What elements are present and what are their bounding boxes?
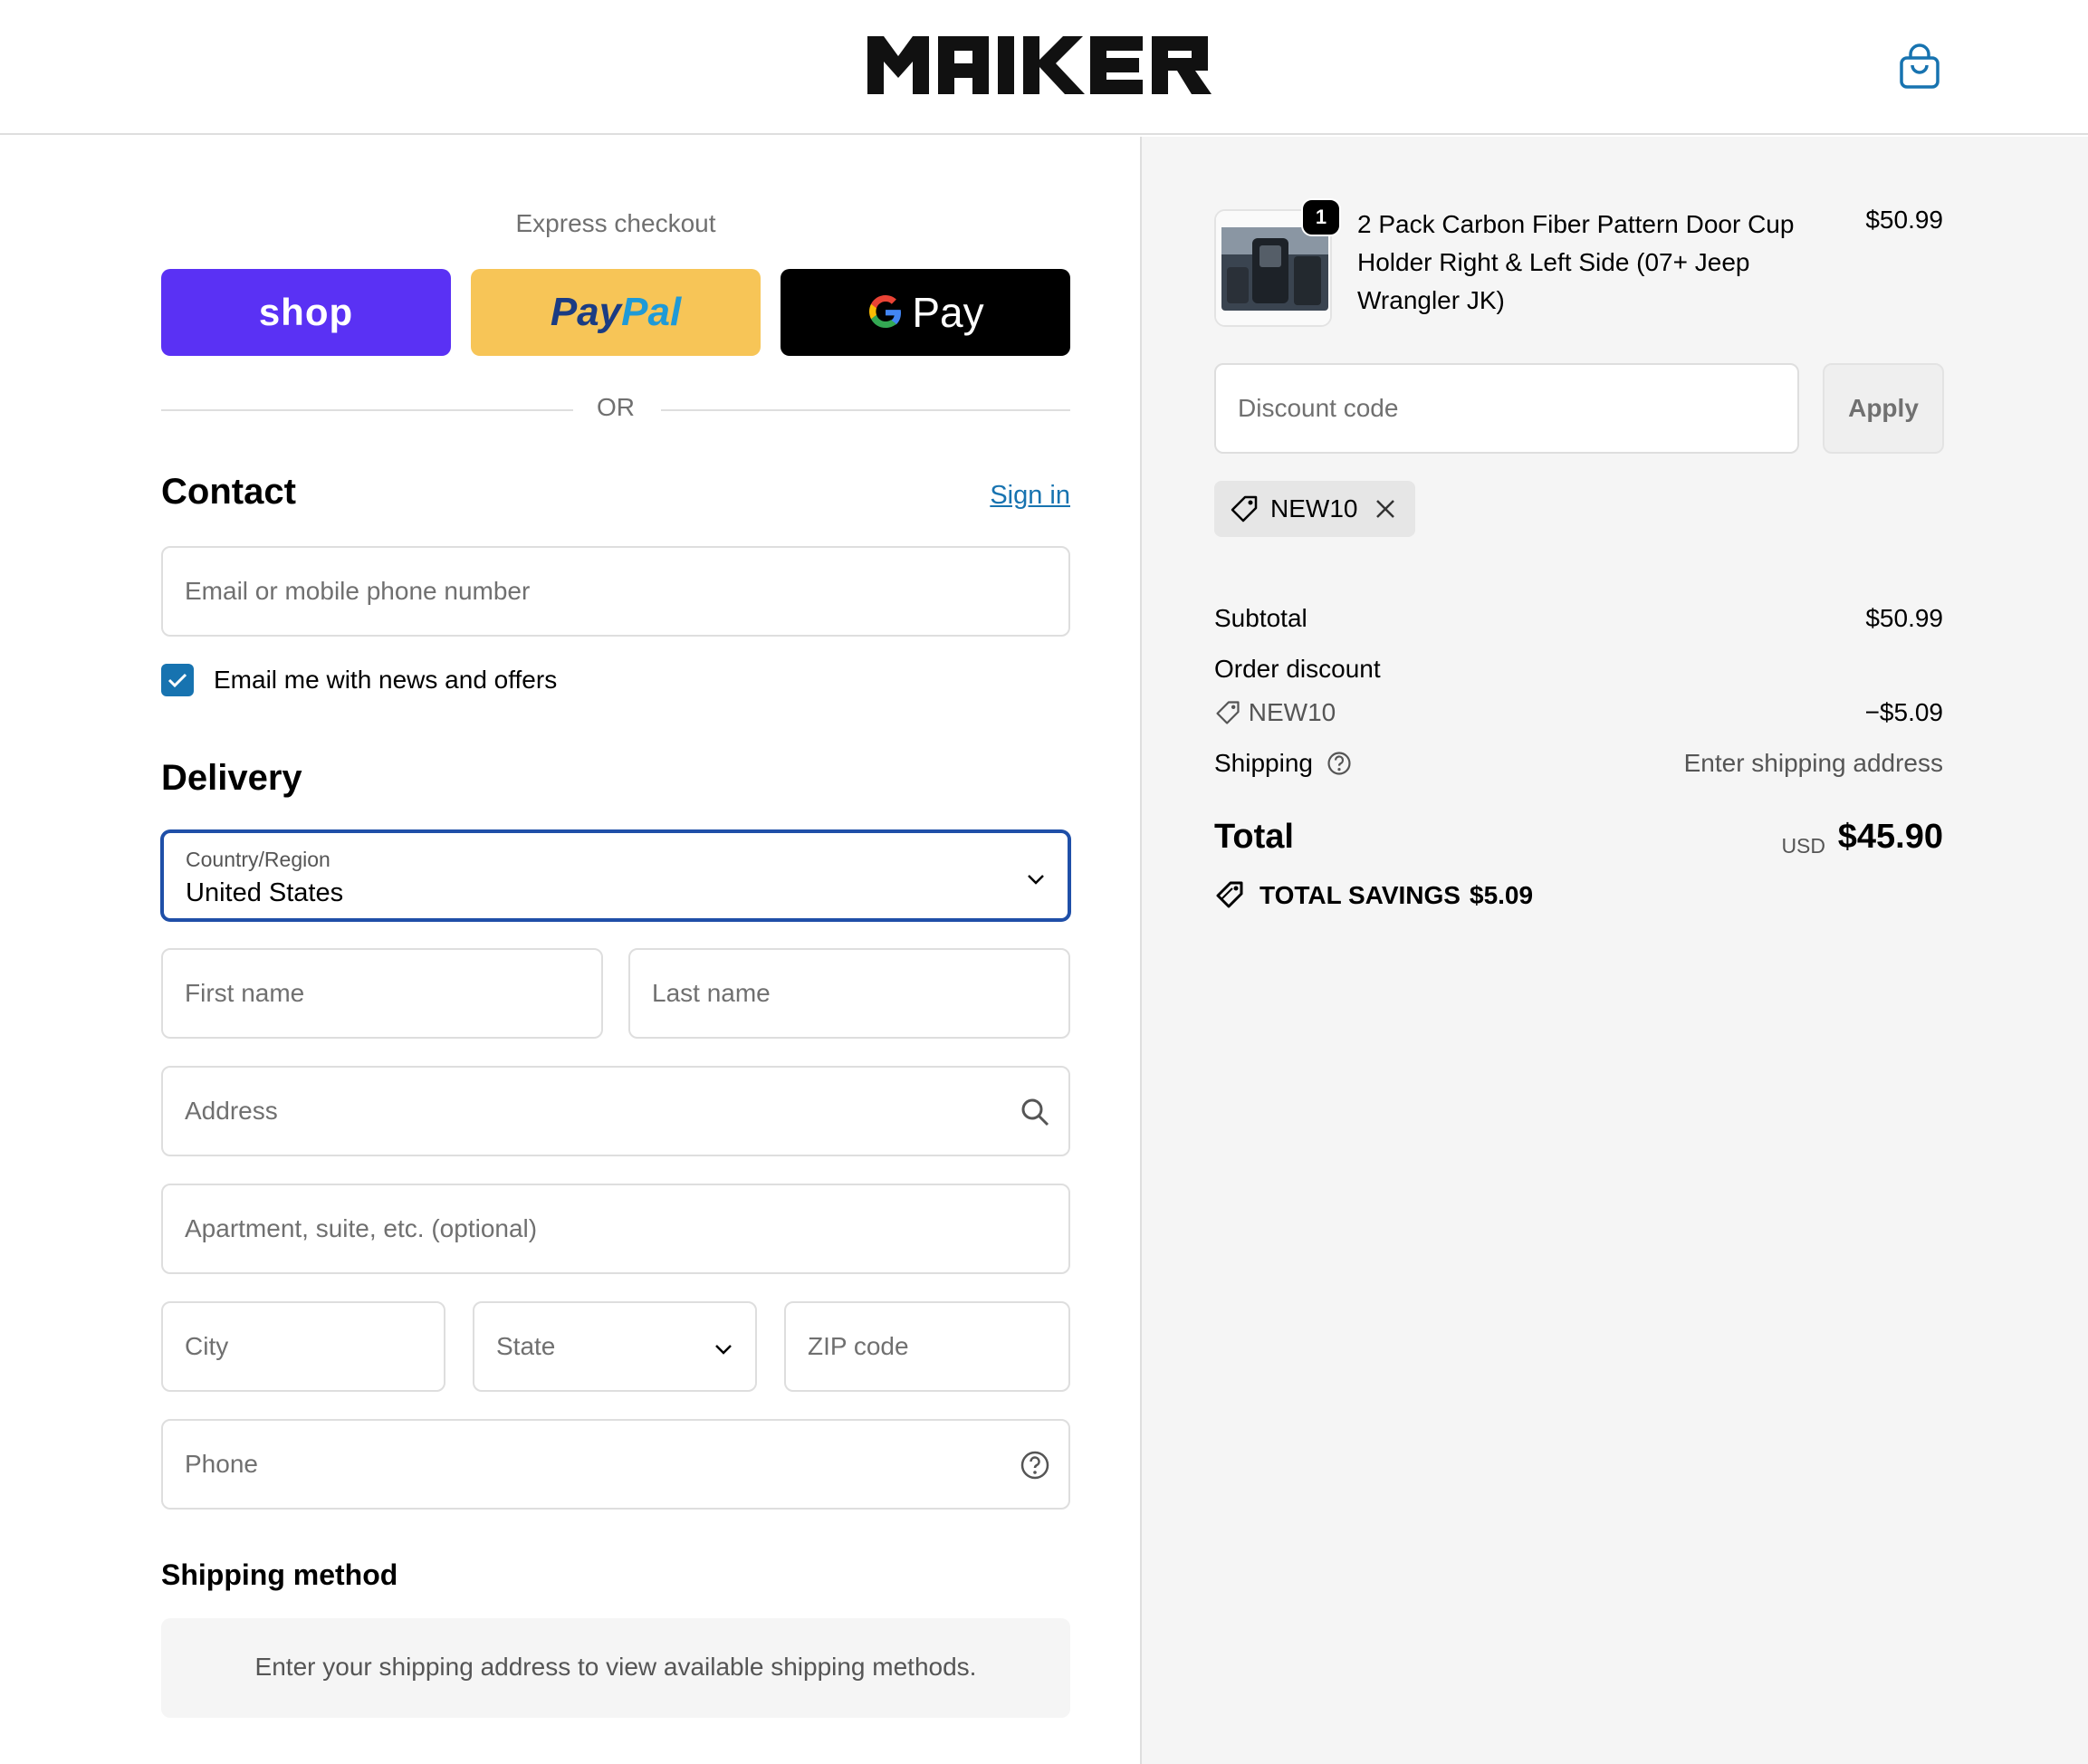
quantity-badge: 1 <box>1301 198 1341 236</box>
shipping-method-title: Shipping method <box>161 1558 398 1591</box>
country-label: Country/Region <box>186 848 330 871</box>
savings-tag-icon <box>1216 881 1243 908</box>
tag-icon <box>1216 701 1240 724</box>
order-discount-code: NEW10 <box>1248 698 1336 726</box>
express-checkout-title: Express checkout <box>515 209 716 237</box>
shop-pay-label: shop <box>258 291 354 333</box>
or-divider: OR <box>161 393 1070 426</box>
shopping-bag-icon[interactable] <box>1898 43 1941 91</box>
shipping-row-label: Shipping <box>1214 749 1353 778</box>
city-field[interactable] <box>161 1301 445 1392</box>
country-select[interactable]: Country/Region United States <box>161 830 1070 921</box>
phone-input[interactable] <box>163 1421 1068 1508</box>
total-label: Total <box>1214 818 1294 856</box>
country-value: United States <box>186 878 344 907</box>
close-icon[interactable] <box>1374 497 1397 521</box>
email-field[interactable] <box>161 546 1070 637</box>
tag-icon <box>1231 495 1258 522</box>
first-name-input[interactable] <box>163 950 601 1037</box>
order-summary-column: 1 2 Pack Carbon Fiber Pattern Door Cup H… <box>1140 137 2088 1764</box>
zip-code-field[interactable] <box>784 1301 1070 1392</box>
delivery-title: Delivery <box>161 758 302 798</box>
state-select[interactable]: State <box>473 1301 757 1392</box>
address-input[interactable] <box>163 1068 1068 1155</box>
zip-code-input[interactable] <box>786 1303 1068 1390</box>
subtotal-label: Subtotal <box>1214 604 1307 632</box>
checkout-form-column: Express checkout shop PayPal Pay OR Cont… <box>0 137 1140 1764</box>
discount-code-input[interactable] <box>1216 365 1797 452</box>
total-currency: USD <box>1781 834 1825 858</box>
google-pay-button[interactable]: Pay <box>781 269 1070 356</box>
sign-in-link[interactable]: Sign in <box>990 481 1070 511</box>
google-pay-label: Pay <box>912 289 984 336</box>
chevron-down-icon <box>1028 875 1044 885</box>
order-discount-label: Order discount <box>1214 655 1381 683</box>
email-input[interactable] <box>163 548 1068 635</box>
order-discount-value: −$5.09 <box>1864 698 1943 726</box>
phone-field[interactable] <box>161 1419 1070 1510</box>
apartment-field[interactable] <box>161 1184 1070 1274</box>
search-icon <box>1021 1098 1049 1126</box>
city-input[interactable] <box>163 1303 444 1390</box>
maiker-logo[interactable] <box>867 31 1235 100</box>
help-circle-icon[interactable] <box>1020 1450 1050 1481</box>
shipping-value: Enter shipping address <box>1683 749 1943 777</box>
address-field[interactable] <box>161 1066 1070 1156</box>
shipping-method-message: Enter your shipping address to view avai… <box>254 1653 977 1681</box>
shop-pay-button[interactable]: shop <box>161 269 451 356</box>
applied-discount-code: NEW10 <box>1270 494 1358 522</box>
paypal-button[interactable]: PayPal <box>471 269 761 356</box>
chevron-down-icon <box>715 1345 732 1355</box>
newsletter-checkbox[interactable] <box>161 664 194 696</box>
order-discount-code-row: NEW10 <box>1214 698 1336 727</box>
discount-code-field[interactable] <box>1214 363 1799 454</box>
subtotal-value: $50.99 <box>1865 604 1943 632</box>
product-price: $50.99 <box>1865 206 1943 234</box>
apartment-input[interactable] <box>163 1185 1068 1272</box>
header <box>0 0 2088 135</box>
total-savings-value: $5.09 <box>1470 881 1534 909</box>
total-savings-label: TOTAL SAVINGS <box>1260 881 1461 909</box>
google-g-icon <box>869 295 902 328</box>
applied-discount-chip: NEW10 <box>1214 481 1415 537</box>
last-name-field[interactable] <box>628 948 1070 1039</box>
contact-title: Contact <box>161 472 296 512</box>
help-circle-icon[interactable] <box>1326 750 1353 777</box>
first-name-field[interactable] <box>161 948 603 1039</box>
shipping-label: Shipping <box>1214 749 1313 777</box>
product-title: 2 Pack Carbon Fiber Pattern Door Cup Hol… <box>1357 210 1795 314</box>
last-name-input[interactable] <box>630 950 1068 1037</box>
total-value: $45.90 <box>1837 818 1943 856</box>
newsletter-label: Email me with news and offers <box>214 666 558 694</box>
apply-discount-button[interactable]: Apply <box>1823 363 1944 454</box>
or-label: OR <box>597 393 635 421</box>
paypal-label: PayPal <box>550 290 682 334</box>
shipping-method-notice: Enter your shipping address to view avai… <box>161 1618 1070 1718</box>
checkmark-icon <box>168 673 187 688</box>
state-placeholder: State <box>496 1332 556 1360</box>
